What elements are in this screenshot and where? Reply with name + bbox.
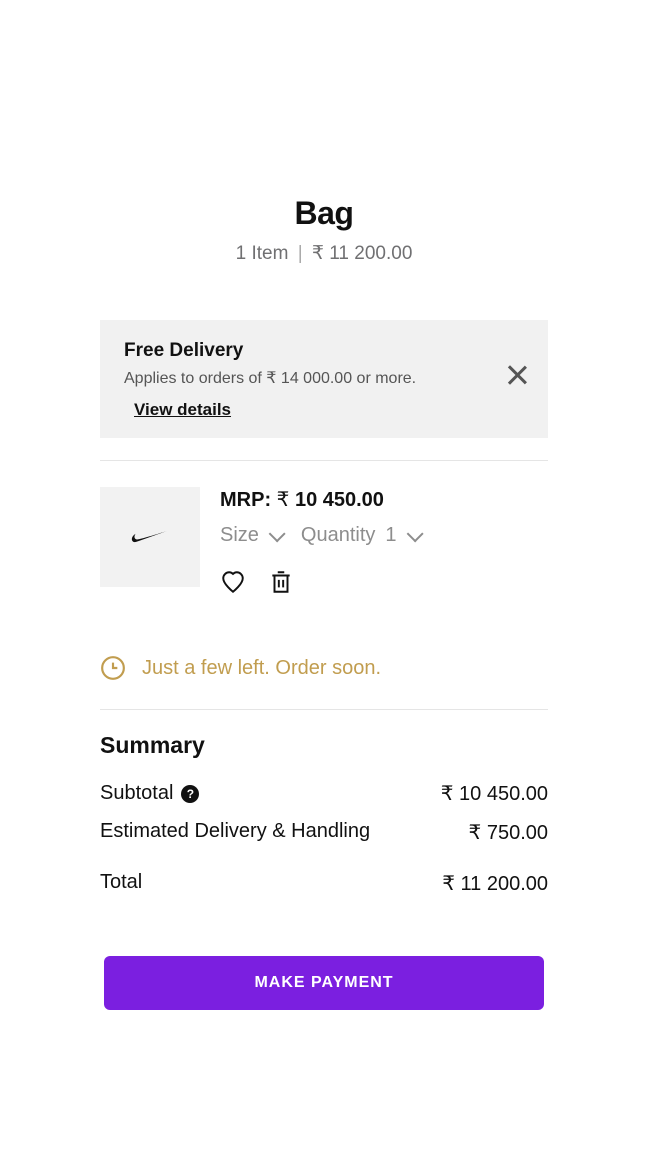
product-thumbnail[interactable]: [100, 487, 200, 587]
quantity-label: Quantity: [301, 524, 375, 547]
item-count: 1 Item: [236, 243, 289, 264]
quantity-value: 1: [385, 524, 396, 547]
divider: [100, 460, 548, 461]
make-payment-button[interactable]: MAKE PAYMENT: [104, 956, 544, 1010]
nike-swoosh-icon: [130, 528, 170, 546]
free-delivery-banner: Free Delivery Applies to orders of ₹ 14 …: [100, 320, 548, 438]
bag-total: ₹ 11 200.00: [312, 243, 412, 264]
subtotal-label: Subtotal: [100, 782, 173, 805]
size-label: Size: [220, 524, 259, 547]
info-icon[interactable]: ?: [181, 785, 199, 803]
banner-subtitle: Applies to orders of ₹ 14 000.00 or more…: [124, 368, 524, 388]
item-mrp: MRP: ₹ 10 450.00: [220, 487, 548, 512]
delivery-value: ₹ 750.00: [469, 820, 548, 845]
view-details-link[interactable]: View details: [134, 400, 231, 420]
heart-icon: [220, 569, 246, 595]
chevron-down-icon: [269, 525, 286, 542]
banner-title: Free Delivery: [124, 340, 524, 362]
quantity-selector[interactable]: Quantity 1: [301, 524, 419, 547]
divider: [100, 709, 548, 710]
delivery-label: Estimated Delivery & Handling: [100, 820, 370, 845]
total-label: Total: [100, 871, 142, 896]
subtotal-row: Subtotal ? ₹ 10 450.00: [100, 781, 548, 806]
separator: |: [298, 243, 303, 264]
clock-icon: [100, 655, 126, 681]
delivery-row: Estimated Delivery & Handling ₹ 750.00: [100, 820, 548, 845]
size-selector[interactable]: Size: [220, 524, 281, 547]
urgency-message: Just a few left. Order soon.: [100, 655, 548, 681]
page-title: Bag: [100, 195, 548, 232]
trash-icon: [268, 569, 294, 595]
chevron-down-icon: [406, 525, 423, 542]
delete-button[interactable]: [268, 569, 294, 595]
close-icon[interactable]: [506, 364, 528, 386]
urgency-text: Just a few left. Order soon.: [142, 657, 381, 680]
summary-title: Summary: [100, 732, 548, 759]
bag-subtitle: 1 Item | ₹ 11 200.00: [100, 242, 548, 265]
subtotal-value: ₹ 10 450.00: [441, 781, 548, 806]
cart-item: MRP: ₹ 10 450.00 Size Quantity 1: [100, 483, 548, 595]
total-value: ₹ 11 200.00: [442, 871, 548, 896]
total-row: Total ₹ 11 200.00: [100, 871, 548, 896]
favorite-button[interactable]: [220, 569, 246, 595]
